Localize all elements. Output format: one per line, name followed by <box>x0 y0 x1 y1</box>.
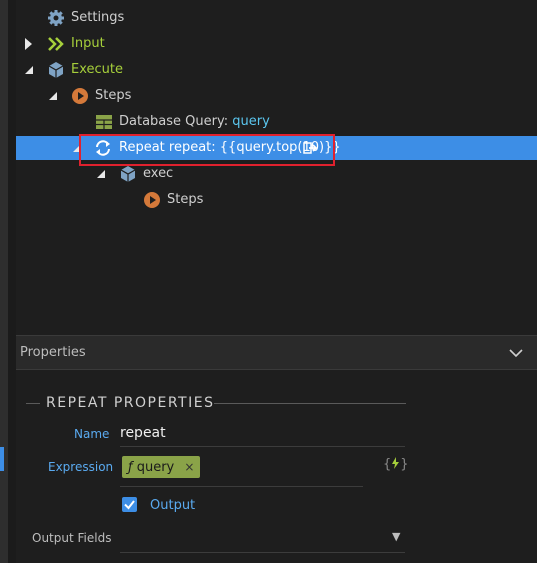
lightning-icon <box>392 457 400 469</box>
chevron-down-icon[interactable] <box>509 346 523 360</box>
left-gutter <box>0 0 8 563</box>
output-label: Output <box>150 498 196 513</box>
name-input[interactable]: repeat <box>120 425 166 441</box>
tree-item-input[interactable]: Input <box>16 32 537 56</box>
output-fields-label: Output Fields <box>32 531 112 545</box>
output-checkbox[interactable] <box>122 497 137 512</box>
function-icon: ƒ <box>128 460 133 475</box>
tree-item-label: Settings <box>71 10 125 25</box>
play-circle-icon <box>144 192 160 208</box>
cube-icon <box>120 166 136 182</box>
tree-item-label: Steps <box>95 88 132 103</box>
tree-item-database-query[interactable]: Database Query: query <box>16 110 537 134</box>
left-accent-bar <box>0 447 4 471</box>
braces-icon: { <box>383 457 392 472</box>
expand-arrow[interactable] <box>22 32 36 56</box>
tree-item-exec-steps[interactable]: Steps <box>16 188 537 212</box>
cube-icon <box>48 62 64 78</box>
chip-remove-icon[interactable]: × <box>184 460 194 474</box>
expression-label: Expression <box>48 460 114 474</box>
properties-panel: REPEAT PROPERTIES Name repeat Expression… <box>16 370 537 563</box>
highlight-box <box>79 134 335 166</box>
gear-icon <box>48 10 64 26</box>
braces-icon: } <box>400 457 409 472</box>
tree-item-label: Input <box>71 36 105 51</box>
expression-underline <box>120 486 363 487</box>
expression-chip-label: query <box>136 460 175 475</box>
tree-item-settings[interactable]: Settings <box>16 6 537 30</box>
table-icon <box>96 115 112 129</box>
properties-title: Properties <box>20 345 86 360</box>
name-input-underline <box>120 446 405 447</box>
name-label: Name <box>74 427 110 441</box>
double-chevron-right-icon <box>48 37 64 51</box>
properties-panel-header[interactable]: Properties <box>16 335 537 370</box>
expression-chip[interactable]: ƒ query × <box>122 456 201 478</box>
tree-item-execute[interactable]: Execute <box>16 58 537 82</box>
tree-item-label: Database Query: query <box>119 114 270 129</box>
collapse-arrow[interactable] <box>22 58 36 82</box>
dynamic-data-button[interactable]: {} <box>383 457 409 472</box>
check-icon <box>124 500 135 510</box>
tree-item-label: Steps <box>167 192 204 207</box>
app-structure-tree: Settings Input Execute Steps Database Qu… <box>16 0 537 335</box>
section-title: REPEAT PROPERTIES <box>46 395 215 411</box>
play-circle-icon <box>72 88 88 104</box>
tree-item-steps[interactable]: Steps <box>16 84 537 108</box>
output-fields-underline <box>120 552 405 553</box>
section-divider <box>214 403 406 404</box>
dropdown-arrow-icon[interactable]: ▼ <box>392 530 400 543</box>
section-divider <box>26 403 40 404</box>
collapse-arrow[interactable] <box>46 84 60 108</box>
tree-item-label: Execute <box>71 62 123 77</box>
